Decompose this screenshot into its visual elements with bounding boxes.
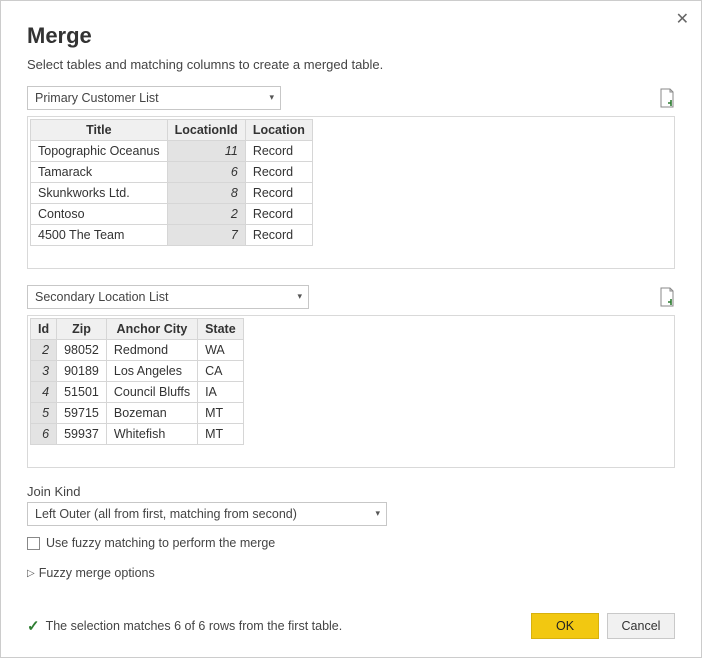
dialog-title: Merge [27,23,675,49]
secondary-table-dropdown-value: Secondary Location List [35,290,168,304]
table-row[interactable]: Tamarack6Record [31,162,313,183]
table-cell: Record [245,162,312,183]
table-row[interactable]: 298052RedmondWA [31,340,244,361]
chevron-down-icon: ▾ [375,508,380,519]
close-icon[interactable]: ✕ [676,9,689,29]
table-cell: MT [198,403,244,424]
chevron-down-icon: ▾ [297,291,302,302]
table-cell: Whitefish [106,424,197,445]
table-cell: 2 [31,340,57,361]
triangle-right-icon: ▷ [27,568,35,579]
table-cell: 3 [31,361,57,382]
column-header[interactable]: Id [31,319,57,340]
join-kind-label: Join Kind [27,484,675,499]
primary-table-dropdown[interactable]: Primary Customer List ▾ [27,86,281,110]
table-row[interactable]: 390189Los AngelesCA [31,361,244,382]
table-cell: 98052 [57,340,107,361]
ok-button[interactable]: OK [531,613,599,639]
table-cell: Record [245,204,312,225]
table-cell: MT [198,424,244,445]
table-cell: Topographic Oceanus [31,141,168,162]
table-cell: 90189 [57,361,107,382]
fuzzy-options-label: Fuzzy merge options [39,566,155,580]
table-cell: Tamarack [31,162,168,183]
table-cell: 4500 The Team [31,225,168,246]
secondary-table-grid[interactable]: IdZipAnchor CityState298052RedmondWA3901… [30,318,244,445]
table-cell: 2 [167,204,245,225]
table-cell: Council Bluffs [106,382,197,403]
table-cell: 59937 [57,424,107,445]
table-row[interactable]: Skunkworks Ltd.8Record [31,183,313,204]
primary-table-preview: TitleLocationIdLocationTopographic Ocean… [27,116,675,269]
join-kind-dropdown[interactable]: Left Outer (all from first, matching fro… [27,502,387,526]
join-kind-dropdown-value: Left Outer (all from first, matching fro… [35,507,297,521]
column-header[interactable]: LocationId [167,120,245,141]
fuzzy-matching-checkbox[interactable] [27,537,40,550]
match-status: ✓ The selection matches 6 of 6 rows from… [27,617,342,635]
table-cell: 8 [167,183,245,204]
table-cell: Record [245,183,312,204]
table-cell: Contoso [31,204,168,225]
check-icon: ✓ [27,617,40,635]
column-header[interactable]: State [198,319,244,340]
table-cell: CA [198,361,244,382]
table-cell: Redmond [106,340,197,361]
expand-table-icon[interactable] [659,88,675,108]
column-header[interactable]: Location [245,120,312,141]
table-cell: IA [198,382,244,403]
table-cell: WA [198,340,244,361]
table-cell: 6 [167,162,245,183]
table-cell: 6 [31,424,57,445]
match-status-text: The selection matches 6 of 6 rows from t… [46,619,343,633]
table-cell: 4 [31,382,57,403]
table-row[interactable]: 559715BozemanMT [31,403,244,424]
primary-table-grid[interactable]: TitleLocationIdLocationTopographic Ocean… [30,119,313,246]
column-header[interactable]: Anchor City [106,319,197,340]
table-cell: 59715 [57,403,107,424]
table-cell: Record [245,225,312,246]
table-row[interactable]: Topographic Oceanus11Record [31,141,313,162]
table-row[interactable]: Contoso2Record [31,204,313,225]
column-header[interactable]: Zip [57,319,107,340]
table-row[interactable]: 451501Council BluffsIA [31,382,244,403]
table-cell: Skunkworks Ltd. [31,183,168,204]
primary-table-dropdown-value: Primary Customer List [35,91,159,105]
fuzzy-matching-label: Use fuzzy matching to perform the merge [46,536,275,550]
secondary-table-preview: IdZipAnchor CityState298052RedmondWA3901… [27,315,675,468]
table-row[interactable]: 4500 The Team7Record [31,225,313,246]
column-header[interactable]: Title [31,120,168,141]
table-cell: 5 [31,403,57,424]
fuzzy-options-expander[interactable]: ▷ Fuzzy merge options [27,566,675,580]
dialog-subtitle: Select tables and matching columns to cr… [27,57,675,72]
cancel-button[interactable]: Cancel [607,613,675,639]
table-cell: 7 [167,225,245,246]
table-cell: Los Angeles [106,361,197,382]
merge-dialog: ✕ Merge Select tables and matching colum… [0,0,702,658]
table-cell: Record [245,141,312,162]
table-cell: 51501 [57,382,107,403]
table-cell: Bozeman [106,403,197,424]
secondary-table-dropdown[interactable]: Secondary Location List ▾ [27,285,309,309]
table-cell: 11 [167,141,245,162]
chevron-down-icon: ▾ [269,92,274,103]
table-row[interactable]: 659937WhitefishMT [31,424,244,445]
expand-table-icon[interactable] [659,287,675,307]
